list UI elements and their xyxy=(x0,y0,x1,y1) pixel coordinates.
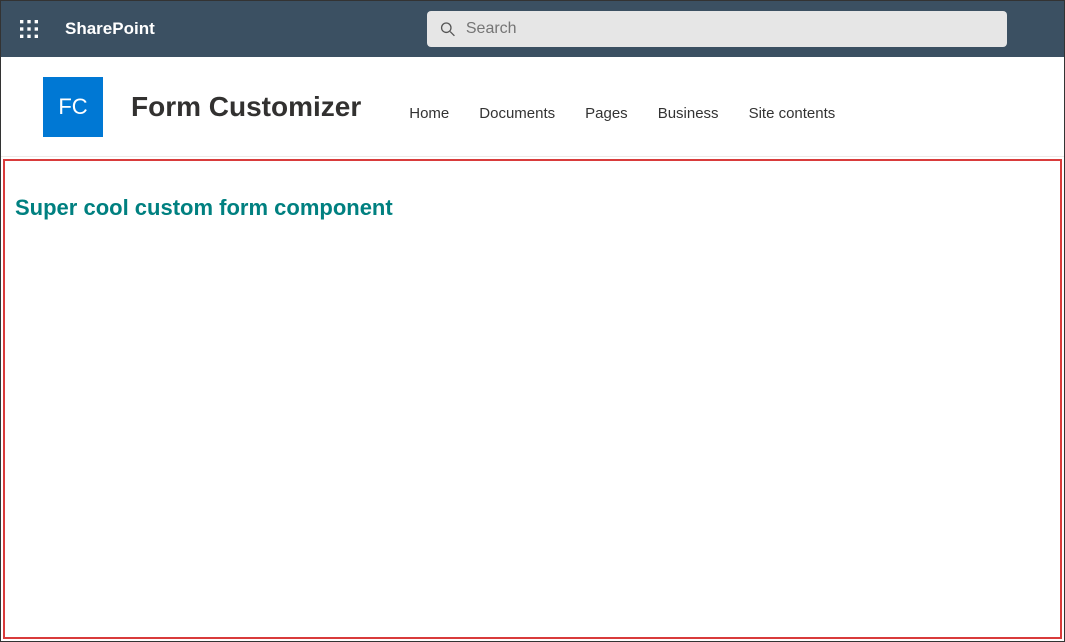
custom-form-area: Super cool custom form component xyxy=(3,159,1062,639)
site-title[interactable]: Form Customizer xyxy=(131,91,361,123)
app-launcher-button[interactable] xyxy=(13,13,45,45)
search-icon xyxy=(439,20,456,38)
site-header: FC Form Customizer Home Documents Pages … xyxy=(1,57,1064,157)
nav-item-site-contents[interactable]: Site contents xyxy=(749,105,836,122)
nav-item-home[interactable]: Home xyxy=(409,105,449,122)
site-logo[interactable]: FC xyxy=(43,77,103,137)
search-input[interactable] xyxy=(466,20,995,38)
search-box[interactable] xyxy=(427,11,1007,47)
nav-item-business[interactable]: Business xyxy=(658,105,719,122)
site-logo-text: FC xyxy=(58,94,87,120)
product-name: SharePoint xyxy=(65,19,155,39)
nav-item-documents[interactable]: Documents xyxy=(479,105,555,122)
form-heading: Super cool custom form component xyxy=(15,195,1050,221)
suite-bar: SharePoint xyxy=(1,1,1064,57)
search-container xyxy=(427,11,1007,47)
site-nav: Home Documents Pages Business Site conte… xyxy=(409,105,835,122)
waffle-icon xyxy=(20,20,38,38)
nav-item-pages[interactable]: Pages xyxy=(585,105,628,122)
